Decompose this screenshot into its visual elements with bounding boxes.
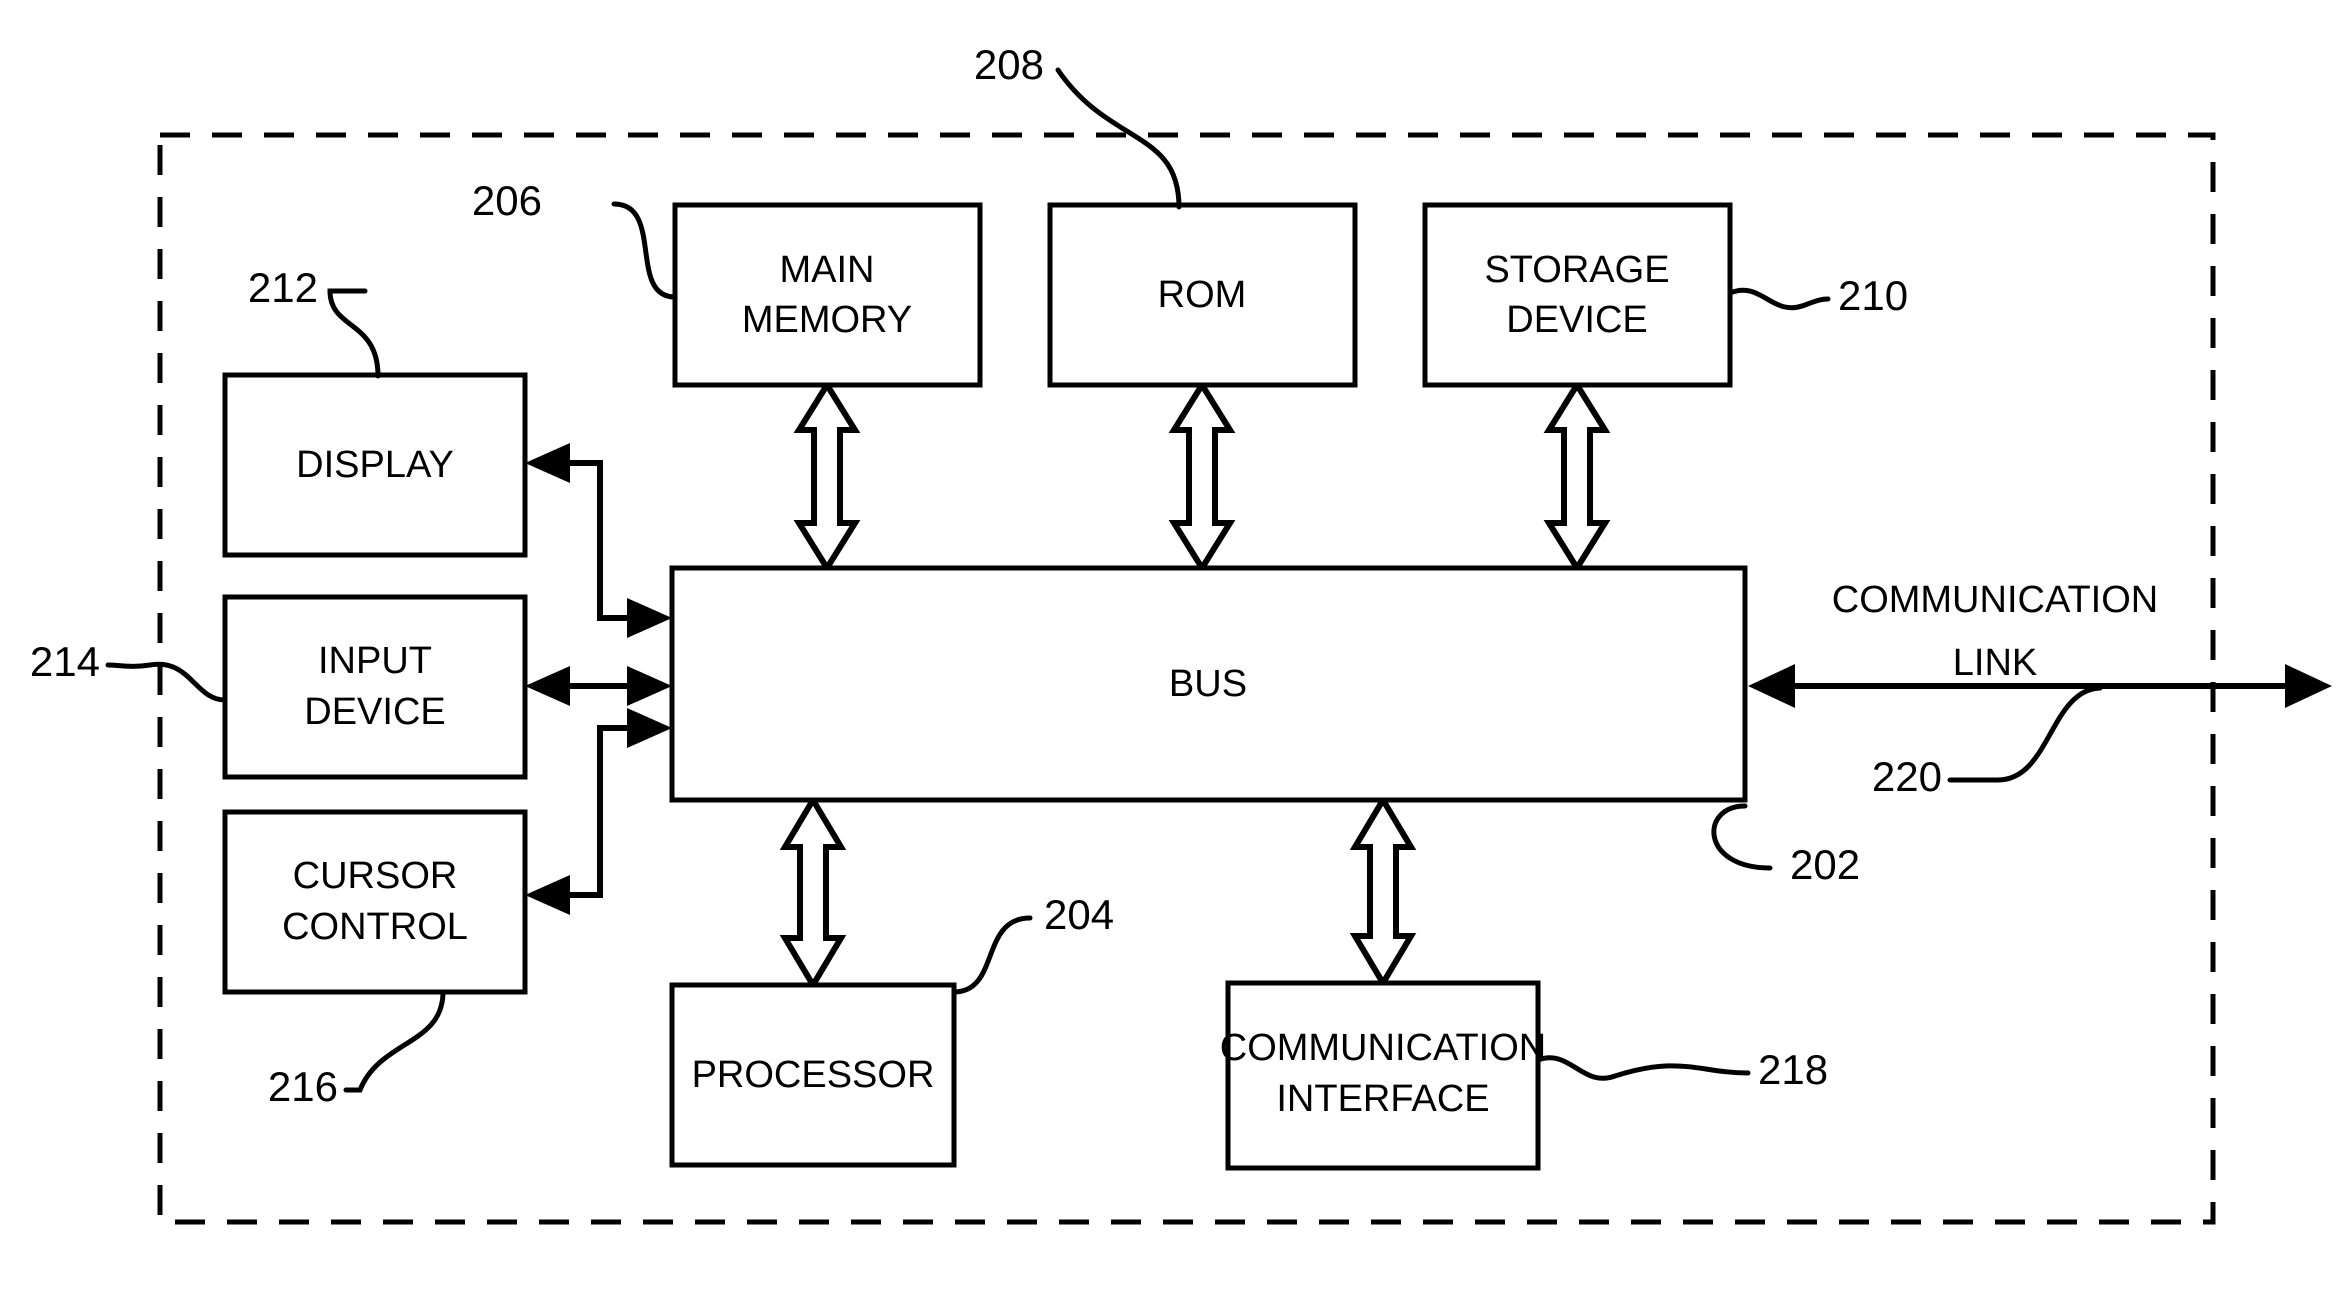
block-label-cursor-control-line1: CURSOR — [293, 855, 458, 897]
block-label-processor: PROCESSOR — [692, 1054, 935, 1096]
connector-bus-cursor-control — [525, 708, 672, 915]
leader-line-214 — [105, 661, 228, 703]
block-label-cursor-control-line2: CONTROL — [282, 906, 468, 948]
ref-numeral-218: 218 — [1758, 1046, 1828, 1093]
connector-bus-rom — [1168, 379, 1236, 574]
block-display[interactable]: DISPLAY — [222, 372, 528, 558]
block-main-memory[interactable]: MAIN MEMORY — [672, 202, 983, 388]
leader-line-208 — [1055, 67, 1182, 210]
block-label-communication-interface-line2: INTERFACE — [1276, 1078, 1489, 1120]
block-label-input-device-line2: DEVICE — [304, 691, 445, 733]
connector-bus-communication-interface — [1349, 794, 1417, 989]
block-communication-interface[interactable]: COMMUNICATION INTERFACE — [1220, 980, 1547, 1171]
leader-line-202 — [1711, 803, 1773, 871]
communication-link-label-line1: COMMUNICATION — [1832, 579, 2159, 621]
ref-numeral-206: 206 — [472, 177, 542, 224]
block-rom[interactable]: ROM — [1047, 202, 1358, 388]
ref-numeral-220: 220 — [1872, 753, 1942, 800]
block-label-input-device-line1: INPUT — [318, 640, 432, 682]
ref-numeral-214: 214 — [30, 638, 100, 685]
ref-numeral-210: 210 — [1838, 272, 1908, 319]
block-label-main-memory-line1: MAIN — [780, 249, 875, 291]
block-label-storage-device-line1: STORAGE — [1484, 249, 1669, 291]
block-label-storage-device-line2: DEVICE — [1506, 299, 1647, 341]
ref-numeral-216: 216 — [268, 1063, 338, 1110]
block-bus[interactable]: BUS — [669, 565, 1748, 803]
connector-bus-main-memory — [793, 379, 861, 574]
leader-line-212 — [327, 288, 381, 379]
leader-line-216 — [343, 989, 446, 1093]
connector-bus-storage-device — [1543, 379, 1611, 574]
block-processor[interactable]: PROCESSOR — [669, 982, 957, 1168]
communication-link-label-line2: LINK — [1953, 642, 2037, 684]
block-label-rom: ROM — [1158, 274, 1247, 316]
block-label-bus: BUS — [1169, 663, 1247, 705]
connector-bus-communication-link — [1748, 664, 2332, 708]
connector-bus-processor — [779, 794, 847, 991]
communication-link-label: COMMUNICATION LINK — [1832, 579, 2159, 684]
leader-line-206 — [611, 201, 678, 300]
figure-canvas: MAIN MEMORY ROM STORAGE DEVICE DISPLAY I… — [0, 0, 2339, 1314]
ref-numeral-204: 204 — [1044, 891, 1114, 938]
block-diagram-svg: MAIN MEMORY ROM STORAGE DEVICE DISPLAY I… — [30, 41, 2332, 1225]
leader-line-210 — [1727, 287, 1831, 311]
ref-numeral-202: 202 — [1790, 841, 1860, 888]
ref-numeral-208: 208 — [974, 41, 1044, 88]
block-label-communication-interface-line1: COMMUNICATION — [1220, 1027, 1547, 1069]
block-storage-device[interactable]: STORAGE DEVICE — [1422, 202, 1733, 388]
ref-numeral-212: 212 — [248, 264, 318, 311]
connector-bus-input-device — [525, 666, 672, 706]
leader-line-218 — [1535, 1055, 1751, 1081]
block-input-device[interactable]: INPUT DEVICE — [222, 594, 528, 780]
leader-line-220 — [1947, 685, 2103, 783]
connector-bus-display — [525, 443, 672, 638]
block-cursor-control[interactable]: CURSOR CONTROL — [222, 809, 528, 995]
block-label-display: DISPLAY — [296, 444, 454, 486]
block-label-main-memory-line2: MEMORY — [742, 299, 912, 341]
leader-line-204 — [951, 915, 1033, 995]
